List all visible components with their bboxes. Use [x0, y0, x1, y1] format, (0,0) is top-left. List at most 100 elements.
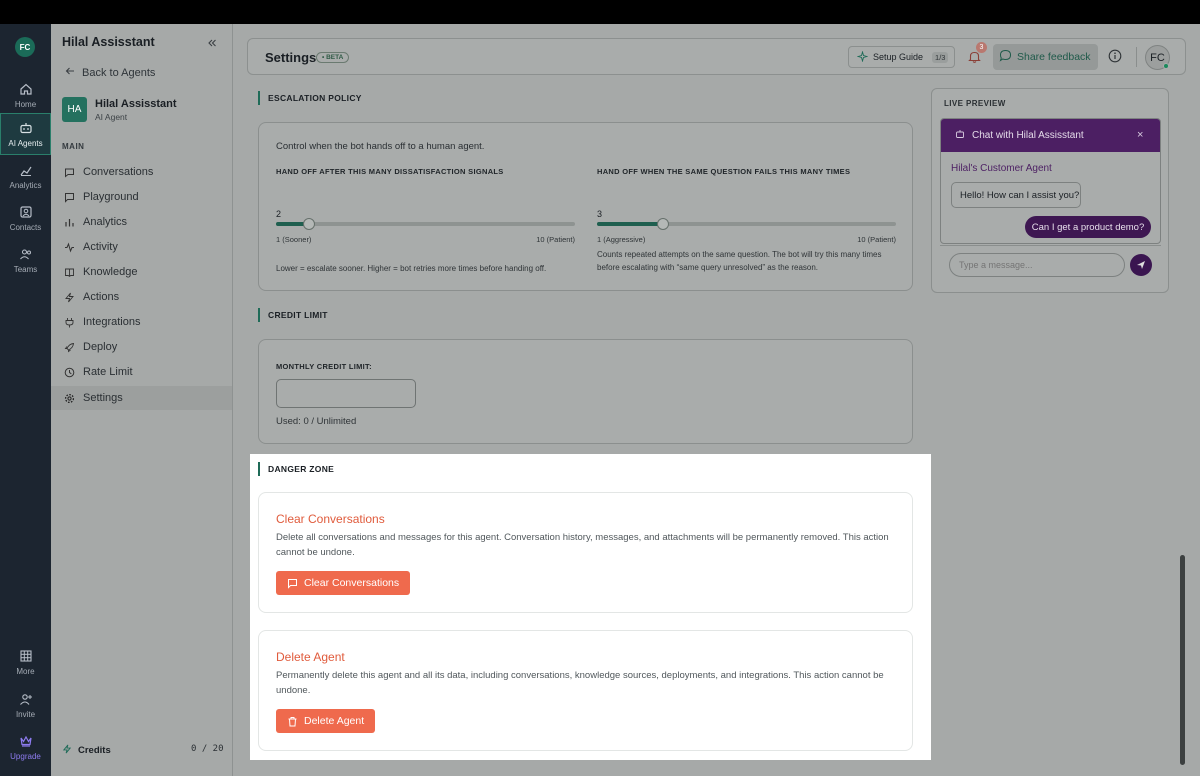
sidebar-item-label: Conversations — [83, 166, 154, 178]
collapse-sidebar-icon[interactable] — [206, 36, 218, 48]
clear-conversations-button-label: Clear Conversations — [304, 577, 400, 589]
sidebar-item-label: Knowledge — [83, 266, 138, 278]
delete-agent-card: Delete Agent Permanently delete this age… — [258, 630, 913, 751]
same-question-slider-handle[interactable] — [657, 218, 669, 230]
book-icon — [64, 267, 75, 278]
beta-badge: • BETA — [316, 52, 350, 63]
credit-limit-card: MONTHLY CREDIT LIMIT: Used: 0 / Unlimite… — [258, 339, 913, 444]
message-square-icon — [287, 578, 298, 589]
sidebar-item-integrations[interactable]: Integrations — [51, 310, 232, 334]
escalation-intro: Control when the bot hands off to a huma… — [276, 141, 485, 152]
user-plus-icon — [18, 691, 34, 707]
sidebar-item-label: Analytics — [83, 216, 128, 228]
setup-guide-label: Setup Guide — [873, 52, 924, 62]
back-to-agents-link[interactable]: Back to Agents — [65, 66, 155, 79]
sidebar-item-actions[interactable]: Actions — [51, 285, 232, 309]
rail-item-home[interactable]: Home — [0, 74, 51, 116]
header-divider — [1136, 47, 1137, 67]
dissatisfaction-max-label: 10 (Patient) — [536, 235, 575, 244]
sidebar-item-label: Rate Limit — [83, 366, 133, 378]
users-icon — [18, 246, 34, 262]
bot-icon — [955, 129, 965, 142]
setup-progress: 1/3 — [932, 51, 949, 63]
sidebar-item-playground[interactable]: Playground — [51, 185, 232, 209]
close-icon[interactable]: × — [1137, 129, 1148, 141]
sidebar-item-analytics[interactable]: Analytics — [51, 210, 232, 234]
chat-input-divider — [940, 245, 1161, 246]
dissatisfaction-help-text: Lower = escalate sooner. Higher = bot re… — [276, 264, 547, 273]
rail-item-label: Home — [14, 100, 37, 109]
rail-item-ai-agents[interactable]: AI Agents — [0, 113, 51, 155]
agent-type: AI Agent — [95, 112, 128, 122]
clock-icon — [64, 367, 75, 378]
chat-bubble-icon — [64, 167, 75, 178]
clear-conversations-description: Delete all conversations and messages fo… — [276, 532, 889, 558]
dissatisfaction-slider-track[interactable] — [276, 222, 575, 226]
credit-used-text: Used: 0 / Unlimited — [276, 416, 357, 427]
chat-message-input[interactable] — [949, 253, 1125, 277]
chat-title: Chat with Hilal Assisstant — [972, 130, 1084, 141]
share-feedback-button[interactable]: Share feedback — [993, 44, 1098, 70]
sidebar-item-knowledge[interactable]: Knowledge — [51, 260, 232, 284]
dissatisfaction-value: 2 — [276, 209, 282, 219]
page-scrollbar[interactable] — [1180, 555, 1185, 765]
rail-item-contacts[interactable]: Contacts — [0, 197, 51, 239]
rail-item-invite[interactable]: Invite — [0, 684, 51, 726]
delete-agent-description: Permanently delete this agent and all it… — [276, 670, 884, 696]
escalation-policy-heading: ESCALATION POLICY — [258, 91, 362, 105]
clear-conversations-button[interactable]: Clear Conversations — [276, 571, 411, 595]
sidebar-item-activity[interactable]: Activity — [51, 235, 232, 259]
rail-item-teams[interactable]: Teams — [0, 239, 51, 281]
setup-guide-button[interactable]: Setup Guide 1/3 — [848, 46, 955, 68]
rail-item-label: AI Agents — [8, 139, 43, 148]
rail-item-analytics[interactable]: Analytics — [0, 155, 51, 197]
credits-label: Credits — [78, 745, 111, 756]
dissatisfaction-label: HAND OFF AFTER THIS MANY DISSATISFACTION… — [276, 167, 504, 176]
rail-item-more[interactable]: More — [0, 641, 51, 683]
sidebar-item-label: Playground — [83, 191, 139, 203]
live-preview-panel: LIVE PREVIEW Chat with Hilal Assisstant … — [931, 88, 1169, 293]
contact-card-icon — [18, 204, 34, 220]
same-question-max-label: 10 (Patient) — [857, 235, 896, 244]
page-title: Settings — [265, 50, 317, 65]
sparkle-icon — [856, 49, 869, 64]
plug-icon — [64, 317, 75, 328]
notification-count-badge: 3 — [976, 42, 987, 53]
info-icon[interactable] — [1108, 49, 1123, 64]
sidebar-item-label: Integrations — [83, 316, 141, 328]
sidebar-title: Hilal Assisstant — [62, 35, 155, 49]
crown-icon — [18, 733, 34, 749]
sidebar-item-label: Settings — [83, 392, 123, 404]
dissatisfaction-setting: HAND OFF AFTER THIS MANY DISSATISFACTION… — [276, 167, 575, 273]
sidebar-item-settings[interactable]: Settings — [51, 386, 232, 410]
same-question-slider-fill — [597, 222, 663, 226]
sidebar-item-deploy[interactable]: Deploy — [51, 335, 232, 359]
agent-name: Hilal Assisstant — [95, 98, 177, 110]
delete-agent-button[interactable]: Delete Agent — [276, 709, 376, 733]
send-icon[interactable] — [1130, 254, 1152, 276]
agent-sidebar: Hilal Assisstant Back to Agents HA Hilal… — [51, 24, 233, 776]
rail-item-upgrade[interactable]: Upgrade — [0, 726, 51, 768]
monthly-credit-limit-label: MONTHLY CREDIT LIMIT: — [276, 362, 372, 371]
same-question-setting: HAND OFF WHEN THE SAME QUESTION FAILS TH… — [597, 167, 896, 272]
chat-widget-preview: Chat with Hilal Assisstant × Hilal's Cus… — [940, 118, 1161, 244]
dissatisfaction-slider-handle[interactable] — [303, 218, 315, 230]
monthly-credit-limit-input[interactable] — [276, 379, 416, 408]
workspace-avatar[interactable]: FC — [15, 37, 35, 57]
share-feedback-label: Share feedback — [1017, 51, 1091, 63]
chat-header: Chat with Hilal Assisstant — [941, 119, 1160, 152]
grid-icon — [18, 648, 34, 664]
sidebar-item-conversations[interactable]: Conversations — [51, 160, 232, 184]
message-square-icon — [64, 192, 75, 203]
rail-item-label: More — [16, 667, 35, 676]
trash-icon — [287, 716, 298, 727]
chart-icon — [18, 162, 34, 178]
page-header: Settings • BETA Setup Guide 1/3 3 Share … — [247, 38, 1186, 75]
escalation-policy-card: Control when the bot hands off to a huma… — [258, 122, 913, 291]
same-question-help-text: Counts repeated attempts on the same que… — [597, 250, 882, 272]
credits-value: 0 / 20 — [191, 744, 224, 754]
clear-conversations-title: Clear Conversations — [276, 512, 385, 526]
same-question-min-label: 1 (Aggressive) — [597, 235, 646, 244]
sidebar-item-label: Deploy — [83, 341, 118, 353]
sidebar-item-rate-limit[interactable]: Rate Limit — [51, 360, 232, 384]
